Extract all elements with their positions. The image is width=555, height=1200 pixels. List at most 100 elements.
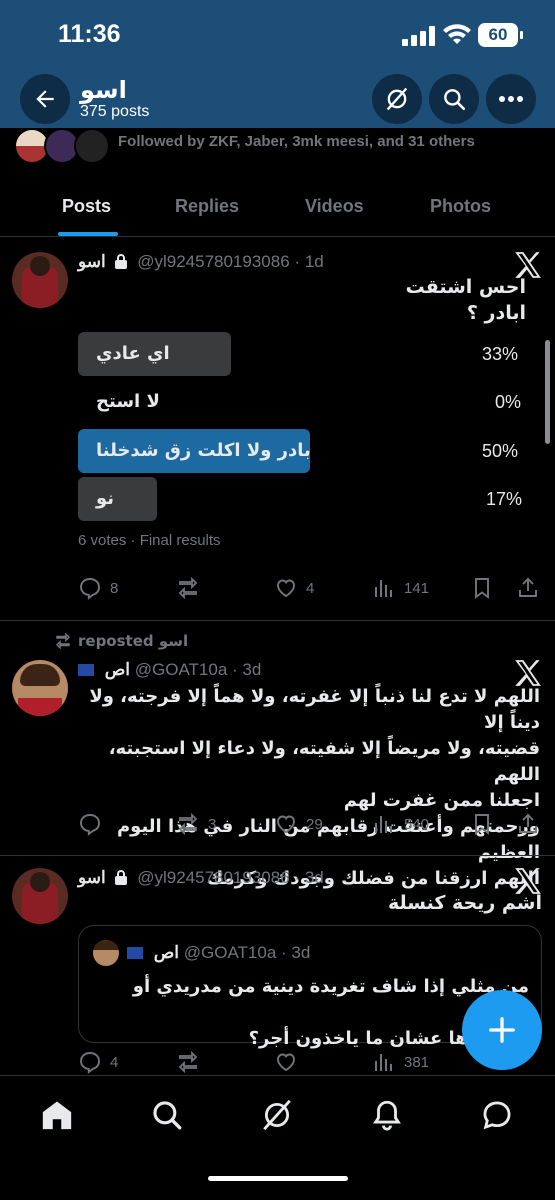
poll-option-label: بادر ولا اكلت زق شدخلنا xyxy=(96,440,311,461)
back-button[interactable] xyxy=(20,74,70,124)
poll-option-label: اي عادي xyxy=(96,343,170,364)
like-button[interactable]: 29 xyxy=(274,812,323,836)
poll-option-percent: 17% xyxy=(486,489,523,509)
repost-button[interactable] xyxy=(176,1050,200,1074)
tab-photos[interactable]: Photos xyxy=(430,196,491,217)
repost-indicator-icon xyxy=(55,632,71,650)
poll-option-label: لا استح xyxy=(96,391,160,412)
poll-option-bar xyxy=(78,477,157,521)
avatar[interactable] xyxy=(12,660,68,716)
grok-icon xyxy=(386,87,408,111)
reply-icon xyxy=(80,814,100,836)
views-icon xyxy=(375,1054,392,1071)
post-text: اشم ريحة كنسلة xyxy=(387,892,542,914)
home-indicator xyxy=(208,1176,348,1181)
tabs-divider xyxy=(0,236,555,237)
post-divider xyxy=(0,855,555,856)
compose-button[interactable] xyxy=(462,990,542,1070)
flag-icon xyxy=(127,947,143,959)
reply-button[interactable]: 4 xyxy=(78,1050,118,1074)
quote-author-name: اص xyxy=(153,943,180,962)
share-icon[interactable] xyxy=(516,812,540,836)
flag-icon xyxy=(78,664,94,676)
reply-button[interactable]: 8 xyxy=(78,576,118,600)
tab-replies[interactable]: Replies xyxy=(175,196,239,217)
post-text-line: اجعلنا ممن غفرت لهم xyxy=(343,790,540,811)
post-header: اسو @yl9245780193086 · 1d xyxy=(78,252,324,272)
like-button[interactable] xyxy=(274,1050,298,1074)
reply-icon xyxy=(80,1052,100,1074)
bookmark-icon[interactable] xyxy=(470,576,494,600)
separator-dot: · xyxy=(294,252,301,271)
view-count: 540 xyxy=(404,815,430,833)
reply-button[interactable] xyxy=(78,812,110,836)
repost-icon xyxy=(178,812,198,836)
more-icon xyxy=(499,96,523,102)
views-icon xyxy=(375,580,392,597)
repost-button[interactable]: 3 xyxy=(176,812,216,836)
arrow-left-icon xyxy=(36,90,54,108)
reply-icon xyxy=(80,578,100,600)
battery-level: 60 xyxy=(488,25,508,44)
poll-summary: 6 votes · Final results xyxy=(78,532,221,549)
views-button[interactable]: 540 xyxy=(372,812,429,836)
poll-option-percent: 50% xyxy=(482,441,519,461)
post-time: 3d xyxy=(242,660,262,679)
battery-icon: 60 xyxy=(478,23,518,47)
post-text: احس اشتقت ابادر ؟ xyxy=(300,274,526,326)
quote-time: 3d xyxy=(291,943,311,962)
avatar[interactable] xyxy=(12,252,68,308)
tab-posts[interactable]: Posts xyxy=(62,196,111,217)
author-name[interactable]: اص xyxy=(105,660,130,679)
heart-icon xyxy=(277,815,295,834)
profile-header: 11:36 60 اسو 375 posts xyxy=(0,0,555,128)
post-count: 375 posts xyxy=(80,103,150,120)
view-count: 381 xyxy=(404,1053,430,1071)
messages-icon[interactable] xyxy=(480,1098,514,1132)
poll-option-percent: 0% xyxy=(495,392,522,412)
more-button[interactable] xyxy=(486,74,536,124)
repost-count: 3 xyxy=(208,815,217,833)
x-logo-icon xyxy=(515,660,541,686)
grok-icon[interactable] xyxy=(260,1098,294,1132)
author-handle[interactable]: @yl9245780193086 xyxy=(137,868,289,887)
home-icon[interactable] xyxy=(40,1098,74,1132)
search-icon[interactable] xyxy=(150,1098,184,1132)
bookmark-icon[interactable] xyxy=(470,812,494,836)
separator-dot: · xyxy=(232,660,238,679)
avatar[interactable] xyxy=(12,868,68,924)
like-button[interactable]: 4 xyxy=(274,576,314,600)
notifications-icon[interactable] xyxy=(370,1098,404,1132)
lock-icon xyxy=(115,870,128,885)
reply-count: 4 xyxy=(110,1053,119,1071)
post-header: اسو @yl9245780193086 · 3d xyxy=(78,868,324,888)
followed-by-text[interactable]: Followed by ZKF, Jaber, 3mk meesi, and 3… xyxy=(118,133,475,150)
lock-icon xyxy=(115,254,128,269)
post-time: 3d xyxy=(304,868,324,887)
views-button[interactable]: 141 xyxy=(372,576,429,600)
share-icon[interactable] xyxy=(516,576,540,600)
views-button[interactable]: 381 xyxy=(372,1050,429,1074)
plus-icon xyxy=(489,1017,515,1043)
author-handle[interactable]: @GOAT10a xyxy=(135,660,228,679)
separator-dot: · xyxy=(294,868,301,887)
follower-avatar[interactable] xyxy=(74,128,110,164)
author-name[interactable]: اسو xyxy=(78,868,106,887)
author-name[interactable]: اسو xyxy=(78,252,106,271)
repost-icon xyxy=(178,576,198,600)
profile-name: اسو xyxy=(80,76,127,104)
status-time: 11:36 xyxy=(58,20,121,48)
tab-videos[interactable]: Videos xyxy=(305,196,364,217)
quote-avatar xyxy=(93,940,119,966)
repost-label[interactable]: reposted اسو xyxy=(78,632,188,650)
post-text-line: احس اشتقت xyxy=(405,276,526,298)
separator-dot: · xyxy=(281,943,287,962)
scrollbar[interactable] xyxy=(545,340,550,444)
view-count: 141 xyxy=(404,579,430,597)
reply-count: 8 xyxy=(110,579,119,597)
author-handle[interactable]: @yl9245780193086 xyxy=(137,252,289,271)
grok-button[interactable] xyxy=(372,74,422,124)
repost-button[interactable] xyxy=(176,576,208,600)
post-time: 1d xyxy=(304,252,324,271)
search-button[interactable] xyxy=(429,74,479,124)
